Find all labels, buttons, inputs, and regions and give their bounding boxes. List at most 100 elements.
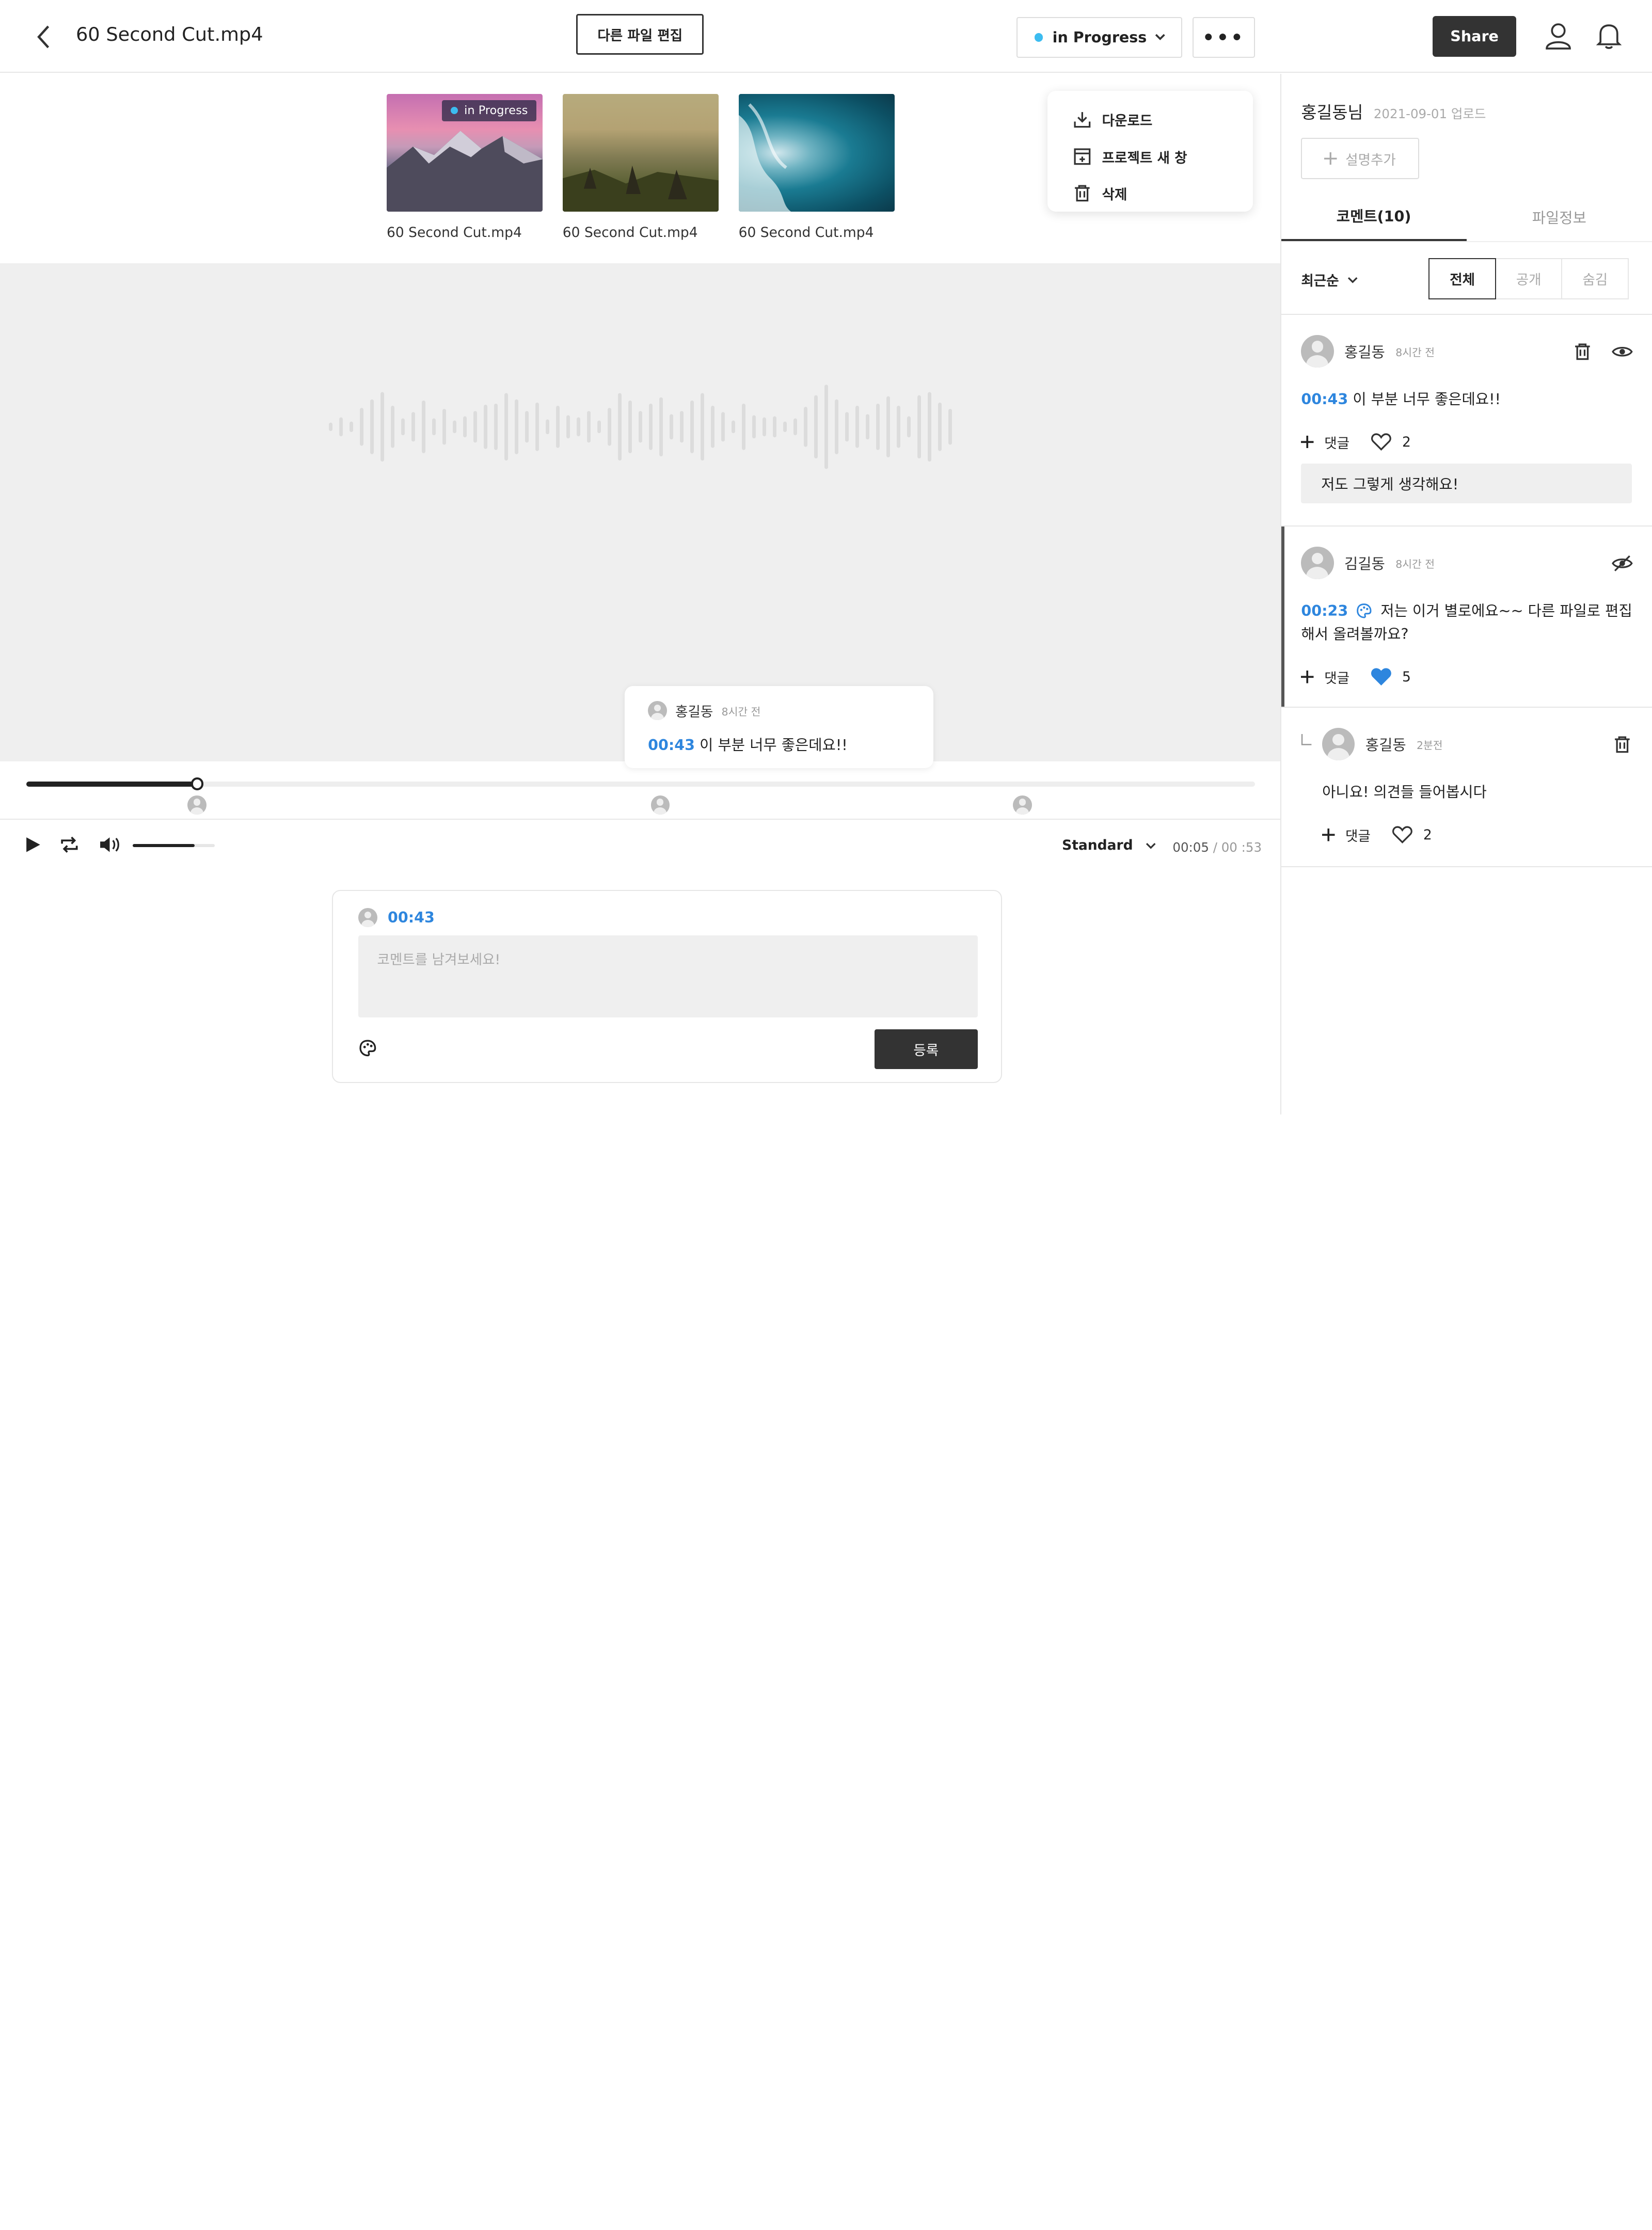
trash-icon[interactable] <box>1573 342 1592 361</box>
volume-fill <box>133 843 195 847</box>
thumbnail-item[interactable]: in Progress 60 Second Cut.mp4 <box>386 93 543 241</box>
trash-icon[interactable] <box>1613 735 1632 754</box>
thumbnail-image: in Progress <box>386 93 543 212</box>
waveform-bar <box>814 395 818 458</box>
plus-icon[interactable] <box>1301 671 1314 683</box>
filter-all[interactable]: 전체 <box>1428 258 1496 299</box>
share-button[interactable]: Share <box>1433 15 1516 57</box>
bell-icon[interactable] <box>1595 22 1623 50</box>
avatar <box>1301 334 1334 368</box>
chevron-left-icon <box>37 25 50 49</box>
chevron-down-icon <box>1155 34 1165 41</box>
composer-timecode[interactable]: 00:43 <box>388 909 435 926</box>
add-description-label: 설명추가 <box>1345 152 1396 168</box>
audio-waveform <box>328 384 952 469</box>
waveform-bar <box>700 393 704 460</box>
eye-icon[interactable] <box>1612 343 1633 360</box>
eye-off-icon[interactable] <box>1612 555 1633 572</box>
waveform-bar <box>886 396 890 457</box>
heart-filled-icon[interactable] <box>1371 667 1392 687</box>
chevron-down-icon <box>1347 277 1358 283</box>
composer-head: 00:43 <box>358 908 435 927</box>
waveform-bar <box>648 403 653 450</box>
timeline-comment-marker[interactable] <box>187 795 207 815</box>
timeline-comment-marker[interactable] <box>1013 795 1032 815</box>
menu-item-label: 프로젝트 새 창 <box>1102 150 1187 166</box>
waveform-bar <box>359 407 363 446</box>
back-button[interactable] <box>31 23 55 51</box>
heart-icon[interactable] <box>1371 433 1392 452</box>
edit-other-file-button[interactable]: 다른 파일 편집 <box>576 13 704 55</box>
status-dropdown[interactable]: in Progress <box>1016 17 1182 58</box>
reply-button[interactable]: 댓글 <box>1324 667 1349 687</box>
waveform-bar <box>545 419 549 434</box>
timeline-comment-marker[interactable] <box>650 795 670 815</box>
menu-item-download[interactable]: 다운로드 <box>1047 101 1253 138</box>
playback-speed-select[interactable]: Standard <box>1062 837 1156 853</box>
comment-timecode[interactable]: 00:43 <box>1301 390 1348 408</box>
more-icon: ••• <box>1202 26 1245 49</box>
sort-dropdown[interactable]: 최근순 <box>1301 269 1358 290</box>
divider <box>1281 707 1652 708</box>
more-options-button[interactable]: ••• <box>1193 17 1255 58</box>
repeat-icon[interactable] <box>59 835 80 854</box>
comment-input[interactable] <box>358 935 978 1018</box>
filter-public[interactable]: 공개 <box>1495 258 1563 299</box>
comment-text: 이 부분 너무 좋은데요!! <box>1353 390 1501 408</box>
thumbnail-caption: 60 Second Cut.mp4 <box>386 224 522 241</box>
thumbnail-item[interactable]: 60 Second Cut.mp4 <box>562 93 719 241</box>
menu-item-new-window[interactable]: 프로젝트 새 창 <box>1047 138 1253 174</box>
like-count: 5 <box>1402 668 1411 685</box>
reply-arrow-icon <box>1301 734 1312 746</box>
timeline-comment-popup[interactable]: 홍길동 8시간 전 00:43 이 부분 너무 좋은데요!! <box>625 686 934 768</box>
waveform-bar <box>824 384 828 469</box>
comment-timecode[interactable]: 00:43 <box>648 736 695 754</box>
thumbnail-item[interactable]: 60 Second Cut.mp4 <box>738 93 895 241</box>
waveform-bar <box>731 420 735 433</box>
app-root: 60 Second Cut.mp4 다른 파일 편집 in Progress •… <box>0 0 1652 1115</box>
comment-timecode[interactable]: 00:23 <box>1301 602 1348 619</box>
filter-hidden[interactable]: 숨김 <box>1561 258 1629 299</box>
volume-slider[interactable] <box>133 843 215 847</box>
waveform-bar <box>576 417 580 436</box>
waveform-bar <box>793 418 797 435</box>
progress-handle[interactable] <box>190 777 204 790</box>
status-badge: in Progress <box>442 100 536 121</box>
waveform-bar <box>597 420 601 433</box>
waveform-bar <box>669 414 673 439</box>
visibility-filter: 전체 공개 숨김 <box>1428 258 1629 299</box>
add-description-button[interactable]: 설명추가 <box>1301 138 1419 179</box>
menu-item-delete[interactable]: 삭제 <box>1047 175 1253 212</box>
user-icon[interactable] <box>1545 22 1572 50</box>
comment-author: 홍길동 <box>1344 343 1385 361</box>
avatar <box>1301 547 1334 580</box>
waveform-bar <box>845 411 849 442</box>
palette-icon[interactable] <box>358 1039 377 1058</box>
playback-progress-bar[interactable] <box>26 777 1255 790</box>
plus-icon[interactable] <box>1301 435 1314 449</box>
tab-file-info[interactable]: 파일정보 <box>1467 192 1652 242</box>
plus-icon[interactable] <box>1322 829 1335 841</box>
status-label: in Progress <box>1052 28 1147 46</box>
comment-item: 김길동 8시간 전 00:23 저는 이거 별로에요~~ 다른 파일로 편집해서… <box>1281 547 1652 705</box>
reply-button[interactable]: 댓글 <box>1324 432 1349 452</box>
comment-author-row: 홍길동 8시간 전 <box>648 700 910 721</box>
divider <box>0 818 1280 820</box>
play-icon[interactable] <box>23 835 42 854</box>
waveform-bar <box>566 415 570 438</box>
like-count: 2 <box>1423 826 1432 843</box>
waveform-bar <box>948 408 952 445</box>
waveform-bar <box>452 420 456 433</box>
volume-icon[interactable] <box>98 835 123 854</box>
tab-comments[interactable]: 코멘트(10) <box>1281 192 1467 243</box>
waveform-bar <box>339 417 343 436</box>
waveform-bar <box>421 400 425 453</box>
plus-icon <box>1324 152 1337 165</box>
comment-author: 홍길동 <box>1365 736 1406 754</box>
heart-icon[interactable] <box>1392 825 1413 845</box>
reply-button[interactable]: 댓글 <box>1345 825 1371 845</box>
trash-icon <box>1074 185 1090 202</box>
status-dot <box>1035 33 1043 42</box>
comment-author: 홍길동 <box>675 704 713 721</box>
submit-comment-button[interactable]: 등록 <box>874 1029 978 1070</box>
